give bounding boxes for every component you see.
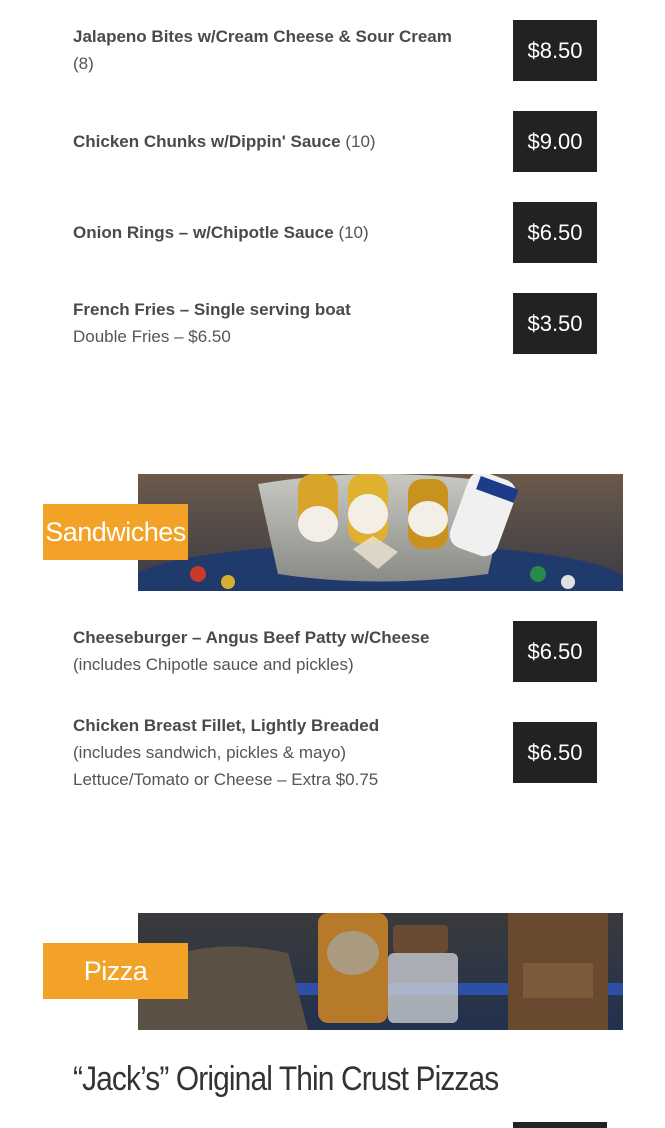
item-desc: Double Fries – $6.50 — [73, 327, 231, 346]
price-badge: $6.50 — [513, 722, 597, 783]
menu-item-chicken-chunks: Chicken Chunks w/Dippin' Sauce (10) — [73, 128, 493, 155]
item-qty: (8) — [73, 54, 94, 73]
price-badge: $6.50 — [513, 621, 597, 682]
price-badge-partial — [513, 1122, 607, 1128]
sandwiches-banner-image — [138, 474, 623, 591]
price-badge: $9.00 — [513, 111, 597, 172]
price-badge: $6.50 — [513, 202, 597, 263]
price-badge: $3.50 — [513, 293, 597, 354]
menu-item-french-fries: French Fries – Single serving boat Doubl… — [73, 296, 493, 350]
section-label-sandwiches: Sandwiches — [43, 504, 188, 560]
item-qty: (10) — [345, 132, 376, 151]
menu-item-chicken-fillet: Chicken Breast Fillet, Lightly Breaded (… — [73, 712, 493, 793]
item-name: Onion Rings – w/Chipotle Sauce — [73, 223, 334, 242]
pizza-subheading: “Jack’s” Original Thin Crust Pizzas — [73, 1060, 499, 1098]
pizza-banner-image — [138, 913, 623, 1030]
menu-item-cheeseburger: Cheeseburger – Angus Beef Patty w/Cheese… — [73, 624, 493, 678]
item-name: Cheeseburger – Angus Beef Patty w/Cheese — [73, 628, 430, 647]
item-name: French Fries – Single serving boat — [73, 300, 351, 319]
menu-item-onion-rings: Onion Rings – w/Chipotle Sauce (10) — [73, 219, 493, 246]
item-name: Chicken Chunks w/Dippin' Sauce — [73, 132, 341, 151]
item-desc-extra: Lettuce/Tomato or Cheese – Extra $0.75 — [73, 770, 379, 789]
item-name: Chicken Breast Fillet, Lightly Breaded — [73, 716, 380, 735]
price-badge: $8.50 — [513, 20, 597, 81]
section-label-pizza: Pizza — [43, 943, 188, 999]
beer-bucket-photo — [138, 474, 623, 591]
bar-bottles-photo — [138, 913, 623, 1030]
item-name: Jalapeno Bites w/Cream Cheese & Sour Cre… — [73, 27, 452, 46]
item-desc: (includes Chipotle sauce and pickles) — [73, 655, 354, 674]
item-qty: (10) — [338, 223, 369, 242]
item-desc: (includes sandwich, pickles & mayo) — [73, 743, 347, 762]
menu-item-jalapeno-bites: Jalapeno Bites w/Cream Cheese & Sour Cre… — [73, 23, 493, 77]
